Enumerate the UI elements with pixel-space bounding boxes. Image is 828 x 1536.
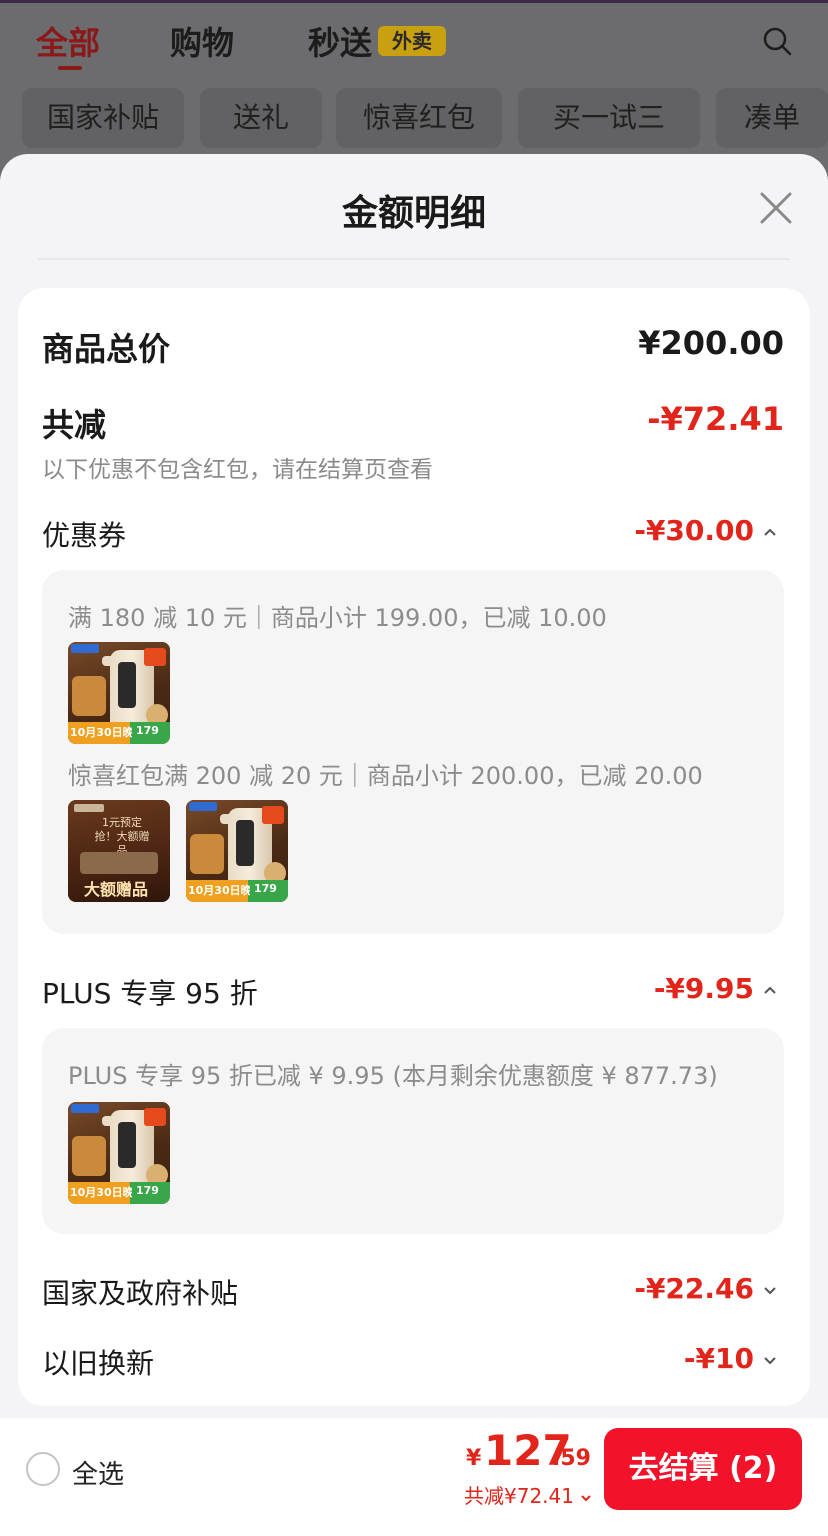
- waimai-badge: 外卖: [378, 26, 446, 56]
- chip-add-on[interactable]: 凑单: [716, 88, 828, 148]
- total-currency: ¥: [466, 1446, 482, 1471]
- total-amount-decimal: .59: [552, 1446, 591, 1471]
- checkout-button[interactable]: 去结算 (2): [604, 1428, 802, 1510]
- product-thumbnail-kettle[interactable]: 10月30日晚8点179: [68, 1102, 170, 1204]
- reduce-note: 以下优惠不包含红包，请在结算页查看: [42, 457, 433, 483]
- plus-discount-value[interactable]: -¥9.95: [578, 972, 754, 1005]
- chevron-up-icon[interactable]: [762, 982, 778, 998]
- chevron-down-icon[interactable]: [762, 1282, 778, 1298]
- page-header-background: 全部 购物 秒送 外卖 国家补贴 送礼 惊喜红包 买一试三 凑单: [0, 0, 828, 180]
- checkout-bar: 全选 ¥ 127 .59 共减¥72.41 去结算 (2): [0, 1418, 828, 1536]
- plus-detail-text: PLUS 专享 95 折已减 ¥ 9.95 (本月剩余优惠额度 ¥ 877.73…: [68, 1062, 718, 1090]
- close-icon[interactable]: [756, 188, 796, 228]
- trade-in-value[interactable]: -¥10: [578, 1342, 754, 1375]
- coupon-detail-panel: 满 180 减 10 元｜商品小计 199.00，已减 10.00 10月30日…: [42, 570, 784, 934]
- product-thumbnail-gift[interactable]: 1元预定 抢！大额赠品 大额赠品: [68, 800, 170, 902]
- divider: [38, 258, 790, 260]
- chip-national-subsidy[interactable]: 国家补贴: [22, 88, 184, 148]
- select-all-label[interactable]: 全选: [72, 1454, 124, 1491]
- total-reduce-label: 共减: [42, 406, 107, 444]
- total-reduce-summary[interactable]: 共减¥72.41: [464, 1480, 592, 1509]
- plus-discount-label[interactable]: PLUS 专享 95 折: [42, 972, 258, 1012]
- chevron-down-icon: [581, 1494, 592, 1501]
- chevron-down-icon[interactable]: [762, 1352, 778, 1368]
- coupon-label[interactable]: 优惠券: [42, 514, 126, 554]
- category-chip-row: 国家补贴 送礼 惊喜红包 买一试三 凑单: [0, 88, 828, 148]
- coupon-value[interactable]: -¥30.00: [578, 514, 754, 547]
- product-thumbnail-kettle[interactable]: 10月30日晚8点179: [186, 800, 288, 902]
- tab-shopping[interactable]: 购物: [170, 18, 234, 64]
- chevron-up-icon[interactable]: [762, 524, 778, 540]
- tab-instant-delivery[interactable]: 秒送: [308, 18, 372, 64]
- gov-subsidy-value[interactable]: -¥22.46: [578, 1272, 754, 1305]
- tab-all[interactable]: 全部: [36, 18, 100, 70]
- product-thumbnail-kettle[interactable]: 10月30日晚8点179: [68, 642, 170, 744]
- total-reduce-value: -¥72.41: [647, 400, 784, 438]
- amount-detail-card: 商品总价 ¥200.00 共减 -¥72.41 以下优惠不包含红包，请在结算页查…: [18, 288, 810, 1406]
- chip-gift[interactable]: 送礼: [200, 88, 322, 148]
- trade-in-label[interactable]: 以旧换新: [42, 1342, 154, 1382]
- coupon-detail-2: 惊喜红包满 200 减 20 元｜商品小计 200.00，已减 20.00: [68, 762, 703, 790]
- amount-detail-sheet: 金额明细 商品总价 ¥200.00 共减 -¥72.41 以下优惠不包含红包，请…: [0, 154, 828, 1424]
- plus-detail-panel: PLUS 专享 95 折已减 ¥ 9.95 (本月剩余优惠额度 ¥ 877.73…: [42, 1028, 784, 1234]
- search-icon[interactable]: [762, 26, 792, 56]
- total-price-value: ¥200.00: [638, 324, 784, 362]
- total-reduce-summary-text: 共减¥72.41: [464, 1484, 574, 1508]
- gov-subsidy-label[interactable]: 国家及政府补贴: [42, 1272, 238, 1312]
- coupon-detail-1: 满 180 减 10 元｜商品小计 199.00，已减 10.00: [68, 604, 607, 632]
- chip-buy-one-try-three[interactable]: 买一试三: [518, 88, 700, 148]
- sheet-title: 金额明细: [341, 193, 486, 234]
- chip-surprise-redpacket[interactable]: 惊喜红包: [336, 88, 502, 148]
- select-all-checkbox[interactable]: [26, 1452, 60, 1486]
- total-price-label: 商品总价: [42, 330, 171, 368]
